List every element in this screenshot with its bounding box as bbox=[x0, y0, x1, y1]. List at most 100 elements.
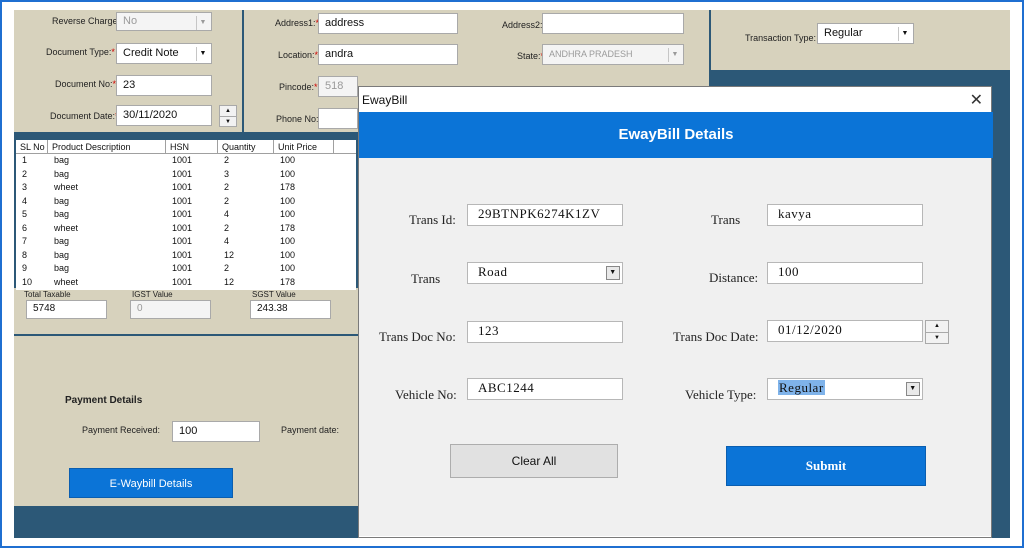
vehicle-no-label: Vehicle No: bbox=[395, 387, 457, 402]
quantity-cell: 2 bbox=[224, 155, 230, 165]
spin-down-icon[interactable]: ▼ bbox=[926, 332, 948, 343]
trans-doc-date-label: Trans Doc Date: bbox=[673, 329, 759, 344]
document-type-select[interactable]: Credit Note ▼ bbox=[116, 43, 212, 64]
phone-no-input[interactable] bbox=[318, 108, 358, 129]
transaction-type-value: Regular bbox=[824, 27, 863, 39]
address1-label: Address1:* bbox=[275, 18, 319, 28]
document-date-input[interactable]: 30/11/2020 bbox=[116, 105, 212, 126]
pincode-input[interactable]: 518 bbox=[318, 76, 358, 97]
screenshot-frame: Reverse Charge No ▼ Document Type:* Cred… bbox=[0, 0, 1024, 548]
payment-date-label: Payment date: bbox=[281, 425, 340, 435]
reverse-charge-value: No bbox=[123, 15, 138, 27]
address2-input[interactable] bbox=[542, 13, 684, 34]
document-no-label-text: Document No: bbox=[55, 79, 113, 89]
igst-input[interactable]: 0 bbox=[130, 300, 211, 319]
sl-no-cell: 3 bbox=[22, 182, 28, 192]
hsn-cell: 1001 bbox=[172, 276, 193, 287]
column-header[interactable]: HSN bbox=[166, 140, 218, 153]
location-input[interactable]: andra bbox=[318, 44, 458, 65]
required-mark: * bbox=[111, 47, 115, 57]
trans-doc-no-input[interactable]: 123 bbox=[467, 321, 623, 343]
hsn-cell: 1001 bbox=[172, 222, 193, 233]
vehicle-type-select[interactable]: Regular ▼ bbox=[767, 378, 923, 400]
reverse-charge-label: Reverse Charge bbox=[52, 16, 118, 26]
invoice-app-window: Reverse Charge No ▼ Document Type:* Cred… bbox=[14, 10, 1010, 538]
transaction-type-select[interactable]: Regular ▼ bbox=[817, 23, 914, 44]
trans-doc-date-input[interactable]: 01/12/2020 bbox=[767, 320, 923, 342]
hsn-cell: 1001 bbox=[172, 249, 193, 260]
sgst-input[interactable]: 243.38 bbox=[250, 300, 331, 319]
quantity-cell: 12 bbox=[224, 249, 235, 260]
table-row[interactable]: 2 bag 1001 3 100 bbox=[16, 168, 356, 182]
unit-price-cell: 178 bbox=[280, 222, 296, 233]
column-header[interactable]: Quantity bbox=[218, 140, 274, 153]
vehicle-no-input[interactable]: ABC1244 bbox=[467, 378, 623, 400]
spin-up-icon[interactable]: ▲ bbox=[220, 106, 236, 116]
payment-received-input[interactable]: 100 bbox=[172, 421, 260, 442]
trans-id-label: Trans Id: bbox=[409, 212, 456, 227]
close-icon[interactable]: ✕ bbox=[970, 90, 983, 110]
address1-input[interactable]: address bbox=[318, 13, 458, 34]
submit-button[interactable]: Submit bbox=[726, 446, 926, 486]
table-row[interactable]: 4 bag 1001 2 100 bbox=[16, 195, 356, 209]
location-label: Location:* bbox=[278, 50, 318, 60]
sgst-label: SGST Value bbox=[252, 290, 296, 299]
table-row[interactable]: 3 wheet 1001 2 178 bbox=[16, 181, 356, 195]
table-row[interactable]: 7 bag 1001 4 100 bbox=[16, 235, 356, 249]
table-row[interactable]: 10 wheet 1001 12 178 bbox=[16, 276, 356, 290]
trans-mode-select[interactable]: Road ▼ bbox=[467, 262, 623, 284]
igst-label: IGST Value bbox=[132, 290, 173, 299]
state-value: ANDHRA PRADESH bbox=[549, 49, 633, 59]
product-grid[interactable]: SL No Product Description HSN Quantity U… bbox=[16, 140, 356, 290]
column-header[interactable]: Unit Price bbox=[274, 140, 334, 153]
clear-all-button[interactable]: Clear All bbox=[450, 444, 618, 478]
unit-price-cell: 100 bbox=[280, 168, 296, 179]
address2-label: Address2: bbox=[502, 20, 543, 30]
grid-header: SL No Product Description HSN Quantity U… bbox=[16, 140, 356, 154]
quantity-cell: 4 bbox=[224, 209, 230, 219]
document-date-label-text: Document Date: bbox=[50, 111, 116, 121]
dialog-window-title: EwayBill bbox=[362, 93, 408, 107]
trans-id-input[interactable]: 29BTNPK6274K1ZV bbox=[467, 204, 623, 226]
quantity-cell: 2 bbox=[224, 195, 230, 206]
table-row[interactable]: 9 bag 1001 2 100 bbox=[16, 262, 356, 276]
hsn-cell: 1001 bbox=[172, 155, 193, 165]
spin-up-icon[interactable]: ▲ bbox=[926, 321, 948, 332]
column-header[interactable]: SL No bbox=[16, 140, 48, 153]
state-select[interactable]: ANDHRA PRADESH ▼ bbox=[542, 44, 684, 65]
document-type-label-text: Document Type: bbox=[46, 47, 112, 57]
table-row[interactable]: 6 wheet 1001 2 178 bbox=[16, 222, 356, 236]
date-spinner[interactable]: ▲ ▼ bbox=[219, 105, 237, 127]
distance-label: Distance: bbox=[709, 270, 759, 285]
reverse-charge-select[interactable]: No ▼ bbox=[116, 12, 212, 31]
trans-doc-no-label: Trans Doc No: bbox=[379, 329, 456, 344]
trans-doc-date-spinner[interactable]: ▲ ▼ bbox=[925, 320, 949, 344]
total-taxable-input[interactable]: 5748 bbox=[26, 300, 107, 319]
sl-no-cell: 4 bbox=[22, 195, 28, 206]
table-row[interactable]: 8 bag 1001 12 100 bbox=[16, 249, 356, 263]
document-no-label: Document No:* bbox=[55, 79, 116, 89]
product-description-cell: bag bbox=[54, 249, 70, 260]
table-row[interactable]: 5 bag 1001 4 100 bbox=[16, 208, 356, 222]
product-description-cell: bag bbox=[54, 263, 70, 273]
distance-input[interactable]: 100 bbox=[767, 262, 923, 284]
hsn-cell: 1001 bbox=[172, 209, 193, 219]
e-waybill-details-button[interactable]: E-Waybill Details bbox=[69, 468, 233, 498]
trans-name-input[interactable]: kavya bbox=[767, 204, 923, 226]
sl-no-cell: 5 bbox=[22, 209, 28, 219]
address1-label-text: Address1: bbox=[275, 18, 316, 28]
spin-down-icon[interactable]: ▼ bbox=[220, 116, 236, 126]
ewaybill-dialog: EwayBill ✕ EwayBill Details Trans Id: 29… bbox=[358, 86, 993, 538]
dialog-form-panel: Trans Id: 29BTNPK6274K1ZV Trans kavya Tr… bbox=[359, 158, 991, 536]
trans-name-label: Trans bbox=[711, 212, 741, 227]
product-description-cell: wheet bbox=[54, 276, 79, 287]
hsn-cell: 1001 bbox=[172, 195, 193, 206]
product-description-cell: bag bbox=[54, 209, 70, 219]
unit-price-cell: 100 bbox=[280, 155, 296, 165]
document-no-input[interactable]: 23 bbox=[116, 75, 212, 96]
table-row[interactable]: 1 bag 1001 2 100 bbox=[16, 154, 356, 168]
total-taxable-label: Total Taxable bbox=[24, 290, 71, 299]
sl-no-cell: 6 bbox=[22, 222, 28, 233]
vehicle-type-value: Regular bbox=[778, 380, 825, 395]
column-header[interactable]: Product Description bbox=[48, 140, 166, 153]
